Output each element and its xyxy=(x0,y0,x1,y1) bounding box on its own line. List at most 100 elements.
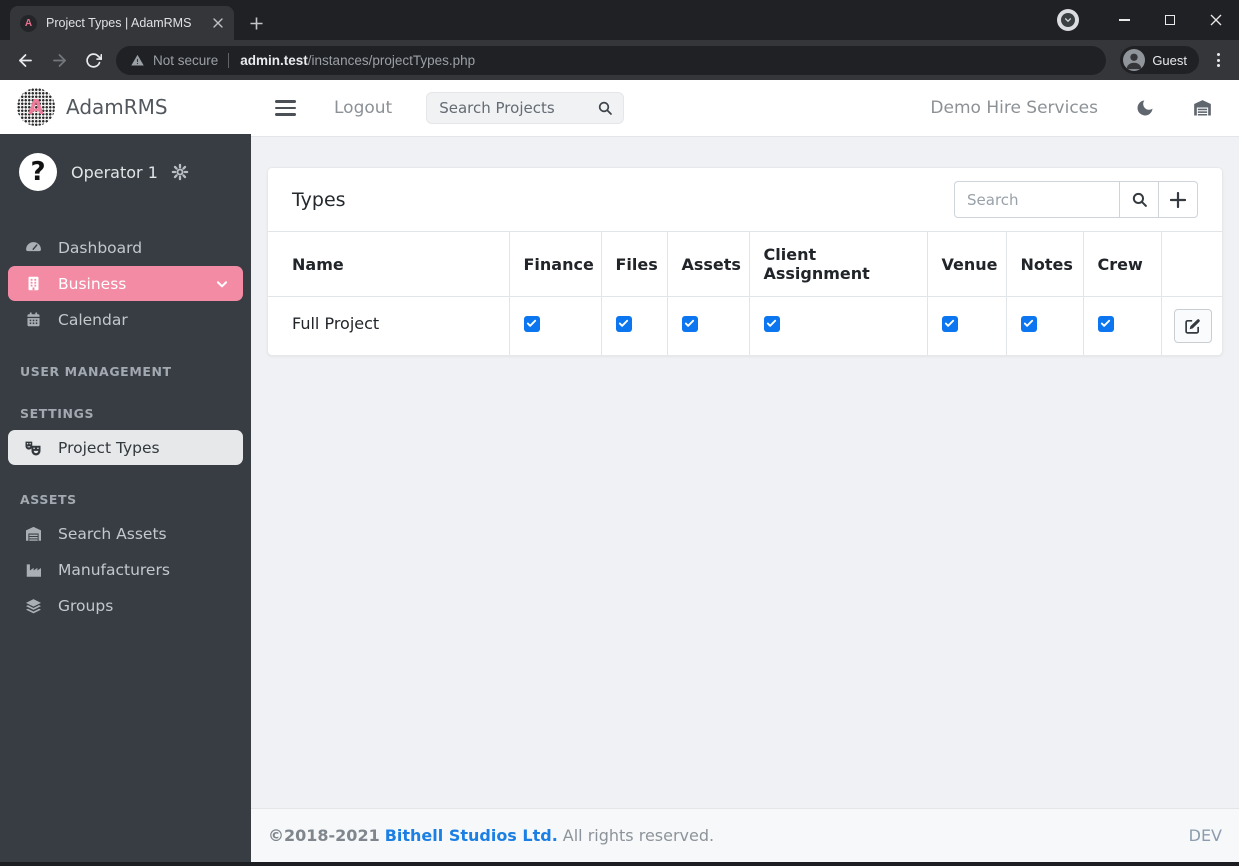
minimize-button[interactable] xyxy=(1101,3,1147,37)
types-card: Types Search Name Finance Files Assets C… xyxy=(267,167,1223,356)
assets-warehouse-icon[interactable] xyxy=(1192,98,1213,118)
window-bottom-edge xyxy=(0,862,1239,866)
app-root: A AdamRMS ? Operator 1 Dashboard Busines… xyxy=(0,80,1239,862)
sidebar-item-calendar[interactable]: Calendar xyxy=(8,302,243,337)
dashboard-gauge-icon xyxy=(21,238,45,257)
sidebar-item-label: Calendar xyxy=(58,310,128,329)
new-tab-button[interactable] xyxy=(242,9,270,37)
company-link[interactable]: Bithell Studios Ltd. xyxy=(385,826,558,845)
col-assets: Assets xyxy=(666,231,750,297)
table-search-input[interactable] xyxy=(954,181,1120,218)
instance-name: Demo Hire Services xyxy=(930,98,1098,118)
close-button[interactable] xyxy=(1193,3,1239,37)
rights-text: All rights reserved. xyxy=(562,826,715,845)
adamrms-logo-icon: A xyxy=(17,88,55,126)
notes-checkbox[interactable] xyxy=(1020,315,1037,332)
browser-profile-button[interactable]: Guest xyxy=(1120,46,1199,74)
files-checkbox[interactable] xyxy=(615,315,632,332)
back-icon[interactable] xyxy=(10,45,40,75)
edit-type-button[interactable] xyxy=(1173,309,1212,343)
user-avatar: ? xyxy=(19,153,57,191)
sidebar-item-label: Search Assets xyxy=(58,524,167,543)
table-header-row: Name Finance Files Assets Client Assignm… xyxy=(268,231,1222,297)
card-title: Types xyxy=(292,188,346,211)
browser-menu-icon[interactable] xyxy=(1205,53,1231,67)
sidebar-item-label: Project Types xyxy=(58,438,160,457)
plus-icon xyxy=(1170,191,1186,208)
favicon-icon: A xyxy=(20,14,37,32)
types-table: Name Finance Files Assets Client Assignm… xyxy=(268,231,1222,355)
app-footer: ©2018-2021 Bithell Studios Ltd. All righ… xyxy=(251,808,1239,862)
tab-close-icon[interactable] xyxy=(209,15,226,32)
crew-checkbox[interactable] xyxy=(1097,315,1114,332)
layer-group-icon xyxy=(21,597,45,615)
col-client-assignment: Client Assignment xyxy=(748,231,928,297)
page-content: Types Search Name Finance Files Assets C… xyxy=(251,137,1239,808)
project-search[interactable] xyxy=(426,92,625,124)
hamburger-menu-icon[interactable] xyxy=(275,100,296,116)
security-label[interactable]: Not secure xyxy=(153,53,218,68)
sidebar-item-project-types[interactable]: Project Types xyxy=(8,430,243,465)
sidebar: A AdamRMS ? Operator 1 Dashboard Busines… xyxy=(0,80,251,862)
sidebar-item-manufacturers[interactable]: Manufacturers xyxy=(8,552,243,587)
sidebar-item-search-assets[interactable]: Search Assets xyxy=(8,516,243,551)
add-type-button[interactable] xyxy=(1158,181,1198,218)
profile-avatar-icon xyxy=(1123,49,1146,71)
sidebar-item-business[interactable]: Business xyxy=(8,266,243,301)
warehouse-icon xyxy=(21,525,45,543)
user-name: Operator 1 xyxy=(71,162,158,182)
browser-tab-strip: A Project Types | AdamRMS xyxy=(0,0,1239,40)
finance-checkbox[interactable] xyxy=(523,315,540,332)
sidebar-item-label: Dashboard xyxy=(58,238,143,257)
search-icon xyxy=(1131,191,1148,208)
venue-checkbox[interactable] xyxy=(941,315,958,332)
omnibox-divider xyxy=(228,52,230,68)
browser-toolbar: Not secure admin.test/instances/projectT… xyxy=(0,40,1239,80)
app-topbar: Logout Demo Hire Services xyxy=(251,80,1239,137)
dark-mode-moon-icon[interactable] xyxy=(1135,98,1155,118)
chevron-down-icon xyxy=(215,277,229,291)
browser-update-icon[interactable] xyxy=(1057,9,1079,31)
col-actions xyxy=(1160,231,1222,297)
browser-window: A Project Types | AdamRMS Not secure adm… xyxy=(0,0,1239,866)
col-crew: Crew xyxy=(1082,231,1162,297)
url-host[interactable]: admin.test xyxy=(240,53,308,68)
logout-link[interactable]: Logout xyxy=(334,98,392,118)
assets-checkbox[interactable] xyxy=(681,315,698,332)
table-search-button[interactable] xyxy=(1119,181,1159,218)
table-search-group xyxy=(954,181,1198,218)
card-header: Types xyxy=(268,168,1222,231)
section-settings: SETTINGS xyxy=(20,406,95,421)
col-files: Files xyxy=(600,231,668,297)
maximize-button[interactable] xyxy=(1147,3,1193,37)
col-notes: Notes xyxy=(1005,231,1084,297)
theater-masks-icon xyxy=(21,439,45,457)
user-row[interactable]: ? Operator 1 xyxy=(0,134,251,203)
env-badge: DEV xyxy=(1188,826,1222,845)
table-row: Full Project xyxy=(268,296,1222,355)
col-finance: Finance xyxy=(508,231,602,297)
tab-title: Project Types | AdamRMS xyxy=(46,16,192,30)
business-building-icon xyxy=(21,274,45,293)
client-assignment-checkbox[interactable] xyxy=(763,315,780,332)
user-settings-gear-icon[interactable] xyxy=(171,163,189,181)
project-search-input[interactable] xyxy=(439,99,598,117)
sidebar-item-groups[interactable]: Groups xyxy=(8,588,243,623)
cell-type-name: Full Project xyxy=(268,296,510,355)
search-icon[interactable] xyxy=(597,100,613,116)
sidebar-item-label: Business xyxy=(58,274,127,293)
sidebar-item-dashboard[interactable]: Dashboard xyxy=(8,230,243,265)
browser-tab[interactable]: A Project Types | AdamRMS xyxy=(10,6,234,40)
forward-icon[interactable] xyxy=(44,45,74,75)
edit-pencil-square-icon xyxy=(1184,318,1201,335)
brand-header[interactable]: A AdamRMS xyxy=(0,80,251,134)
section-assets: ASSETS xyxy=(20,492,77,507)
url-path[interactable]: /instances/projectTypes.php xyxy=(308,53,475,68)
factory-icon xyxy=(21,561,45,579)
reload-icon[interactable] xyxy=(78,45,108,75)
col-name: Name xyxy=(268,231,510,297)
main-column: Logout Demo Hire Services xyxy=(251,80,1239,862)
copyright-text: ©2018-2021 xyxy=(268,826,380,845)
sidebar-item-label: Groups xyxy=(58,596,114,615)
address-bar[interactable]: Not secure admin.test/instances/projectT… xyxy=(116,45,1107,75)
